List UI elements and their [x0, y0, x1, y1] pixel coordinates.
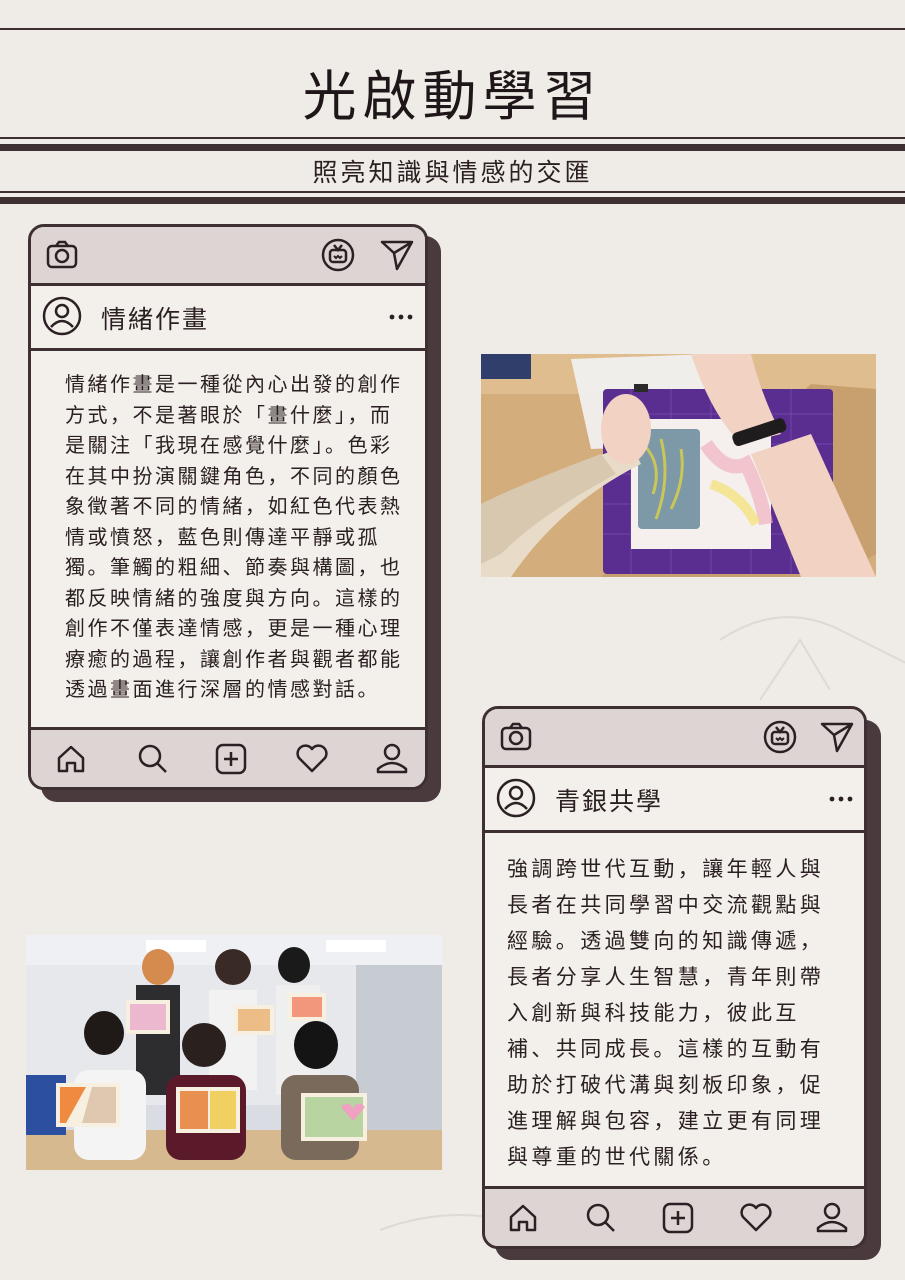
more-icon[interactable]	[388, 313, 414, 321]
user-circle-icon[interactable]	[42, 296, 82, 336]
post1-caption: 情緒作畫是一種從內心出發的創作 方式，不是著眼於「畫什麼」，而 是關注「我現在感…	[65, 369, 415, 705]
caption-line: 方式，不是著眼於「畫什麼」，而	[65, 402, 393, 427]
search-icon[interactable]	[585, 1202, 617, 1234]
subtitle-rule-thick	[0, 197, 905, 204]
post2-username[interactable]: 青銀共學	[555, 782, 663, 818]
post1-bottom-bar	[31, 727, 425, 787]
camera-icon[interactable]	[45, 239, 79, 271]
caption-line: 在其中扮演關鍵角色，不同的顏色	[65, 463, 403, 488]
post1-username[interactable]: 情緒作畫	[101, 300, 209, 336]
title-rule-thin	[0, 137, 905, 139]
user-circle-icon[interactable]	[496, 778, 536, 818]
search-icon[interactable]	[137, 743, 169, 775]
post2-card: 青銀共學 強調跨世代互動，讓年輕人與 長者在共同學習中交流觀點與 經驗。透過雙向…	[482, 706, 867, 1249]
caption-line: 長者分享人生智慧，青年則帶	[507, 965, 825, 989]
igtv-icon[interactable]	[320, 237, 356, 273]
subtitle-rule-thin	[0, 191, 905, 193]
post1-user-row: 情緒作畫	[31, 286, 425, 351]
home-icon[interactable]	[507, 1203, 539, 1233]
caption-line: 強調跨世代互動，讓年輕人與	[507, 857, 825, 881]
caption-line: 療癒的過程，讓創作者與觀者都能	[65, 646, 403, 671]
caption-line: 情或憤怒，藍色則傳達平靜或孤	[65, 524, 380, 549]
caption-line: 助於打破代溝與刻板印象，促	[507, 1073, 825, 1097]
caption-line: 長者在共同學習中交流觀點與	[507, 893, 825, 917]
post1-card: 情緒作畫 情緒作畫是一種從內心出發的創作 方式，不是著眼於「畫什麼」，而 是關注…	[28, 224, 428, 790]
caption-line: 經驗。透過雙向的知識傳遞，	[507, 929, 825, 953]
page-subtitle: 照亮知識與情感的交匯	[312, 158, 593, 187]
caption-line: 是關注「我現在感覺什麼」。色彩	[65, 433, 393, 457]
heart-icon[interactable]	[739, 1203, 773, 1233]
send-icon[interactable]	[379, 238, 415, 272]
painting-photo	[481, 354, 876, 577]
caption-line: 都反映情緒的強度與方向。這樣的	[65, 585, 403, 610]
page-title: 光啟動學習	[302, 65, 603, 128]
home-icon[interactable]	[55, 744, 87, 774]
heart-icon[interactable]	[295, 744, 329, 774]
caption-line: 創作不僅表達情感，更是一種心理	[65, 616, 403, 640]
post2-user-row: 青銀共學	[485, 768, 864, 833]
caption-line: 補、共同成長。這樣的互動有	[507, 1037, 825, 1061]
caption-line: 入創新與科技能力，彼此互	[507, 1001, 800, 1025]
add-icon[interactable]	[215, 743, 247, 775]
caption-line: 獨。筆觸的粗細、節奏與構圖，也	[65, 555, 403, 579]
add-icon[interactable]	[662, 1202, 694, 1234]
camera-icon[interactable]	[499, 721, 533, 753]
caption-line: 象徵著不同的情緒，如紅色代表熱	[65, 494, 403, 518]
title-rule-thick	[0, 144, 905, 151]
send-icon[interactable]	[819, 720, 855, 754]
caption-line: 情緒作畫是一種從內心出發的創作	[65, 372, 403, 396]
profile-icon[interactable]	[375, 742, 409, 774]
more-icon[interactable]	[828, 795, 854, 803]
caption-line: 透過畫面進行深層的情感對話。	[65, 677, 380, 701]
top-rule	[0, 28, 905, 30]
caption-line: 與尊重的世代關係。	[507, 1145, 727, 1169]
group-photo	[26, 935, 442, 1170]
igtv-icon[interactable]	[762, 719, 798, 755]
profile-icon[interactable]	[815, 1201, 849, 1233]
post2-caption: 強調跨世代互動，讓年輕人與 長者在共同學習中交流觀點與 經驗。透過雙向的知識傳遞…	[507, 851, 857, 1175]
post1-top-bar	[31, 227, 425, 286]
caption-line: 進理解與包容，建立更有同理	[507, 1109, 825, 1133]
post2-top-bar	[485, 709, 864, 768]
post2-bottom-bar	[485, 1186, 864, 1246]
